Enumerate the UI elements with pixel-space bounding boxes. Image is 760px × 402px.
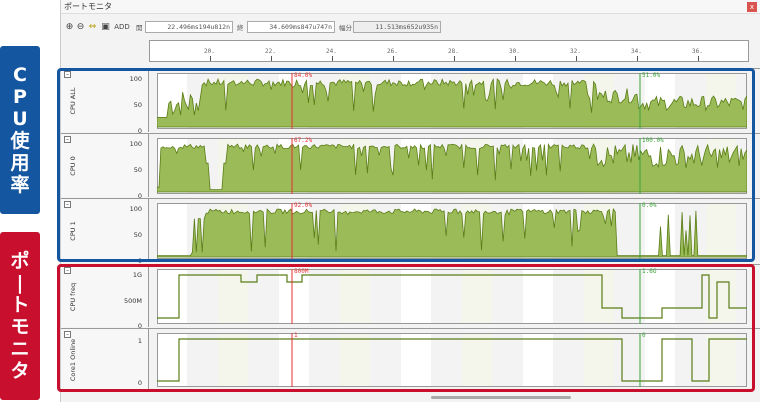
end-time-field[interactable]: 34.609ms847u747n <box>247 21 335 33</box>
side-label-char: モ <box>10 316 30 338</box>
start-time-field[interactable]: 22.496ms194u812n <box>145 21 233 33</box>
span-label: 幅分 <box>339 24 352 32</box>
close-button[interactable]: x <box>747 2 757 12</box>
timeline-tick <box>454 56 455 61</box>
side-label-char: ポ <box>10 250 30 272</box>
side-label-char: C <box>13 64 27 86</box>
timeline-tick-label: 32. <box>570 48 581 55</box>
side-label-char: ト <box>10 294 30 316</box>
end-label: 終 <box>237 24 244 32</box>
timeline-tick <box>698 56 699 61</box>
timeline-tick <box>637 56 638 61</box>
toolbar: ⊕ ⊖ ⇔ ▣ ADD 開 22.496ms194u812n 終 34.609m… <box>61 17 760 37</box>
side-label-char: 率 <box>10 174 30 196</box>
side-label-char: | <box>16 272 24 294</box>
side-label-char: 用 <box>10 152 30 174</box>
add-button[interactable]: ADD <box>113 21 131 33</box>
span-time-field: 11.513ms652u935n <box>353 21 441 33</box>
zoom-in-icon[interactable]: ⊕ <box>64 21 75 33</box>
port-monitor-side-label: ポ | トモニタ <box>0 232 40 400</box>
timeline-tick-label: 36. <box>692 48 703 55</box>
timeline-tick-label: 28. <box>448 48 459 55</box>
side-label-char: タ <box>10 360 30 382</box>
timeline-tick <box>332 56 333 61</box>
timeline-tick-label: 22. <box>265 48 276 55</box>
side-label-char: ニ <box>10 338 30 360</box>
timeline-tick-label: 20. <box>204 48 215 55</box>
side-label-char: P <box>13 86 27 108</box>
side-label-char: U <box>12 108 28 130</box>
timeline-tick-label: 26. <box>387 48 398 55</box>
timeline-tick-label: 24. <box>326 48 337 55</box>
timeline-tick-label: 34. <box>631 48 642 55</box>
camera-icon[interactable]: ▣ <box>100 21 111 33</box>
title-bar: ポートモニタ x <box>61 0 760 14</box>
start-label: 開 <box>136 24 143 32</box>
zoom-out-icon[interactable]: ⊖ <box>75 21 86 33</box>
port-monitor-section-highlight <box>57 264 755 392</box>
timeline-tick <box>210 56 211 61</box>
timeline-ruler[interactable]: 20. 22. 24. 26. 28. 30. 32. 34. 36. <box>149 40 749 62</box>
timeline-tick <box>515 56 516 61</box>
fit-width-icon[interactable]: ⇔ <box>87 21 98 33</box>
window-title: ポートモニタ <box>64 2 112 11</box>
side-label-char: 使 <box>10 130 30 152</box>
cpu-section-highlight <box>57 68 755 262</box>
timeline-tick <box>271 56 272 61</box>
horizontal-scrollbar[interactable] <box>431 396 571 399</box>
timeline-tick <box>576 56 577 61</box>
timeline-tick-label: 30. <box>509 48 520 55</box>
timeline-tick <box>393 56 394 61</box>
cpu-usage-side-label: CPU使用率 <box>0 46 40 214</box>
